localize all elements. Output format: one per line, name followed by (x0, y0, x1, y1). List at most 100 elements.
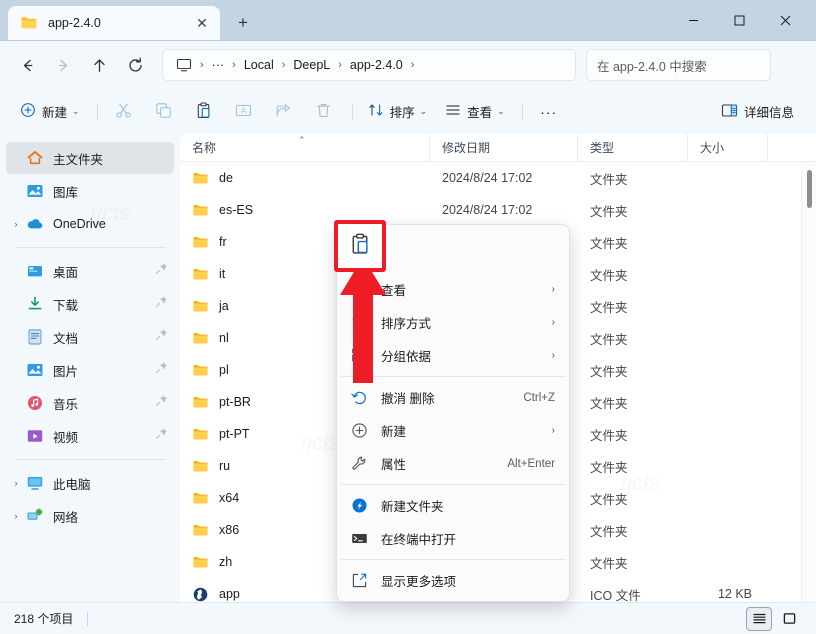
terminal-icon (349, 529, 369, 549)
sidebar-item-music[interactable]: 音乐 (6, 387, 174, 419)
up-button[interactable] (82, 48, 116, 82)
refresh-button[interactable] (118, 48, 152, 82)
delete-button[interactable] (305, 96, 343, 128)
file-type-cell: 文件夹 (590, 524, 628, 539)
context-menu-item-open-in-terminal[interactable]: 在终端中打开 (341, 522, 565, 555)
tab-label: app-2.4.0 (48, 16, 101, 30)
file-name-cell: de (180, 170, 430, 187)
folder-icon (192, 490, 209, 507)
folder-icon (192, 362, 209, 379)
sidebar-item-onedrive[interactable]: › OneDrive (6, 208, 174, 240)
sidebar-item-label: 主文件夹 (53, 152, 104, 167)
file-name-label: pt-BR (219, 395, 251, 409)
breadcrumb-overflow[interactable]: ··· (205, 55, 232, 75)
file-type-cell: 文件夹 (590, 172, 628, 187)
chevron-down-icon: ⌄ (72, 106, 80, 116)
address-bar[interactable]: › ··· › Local › DeepL › app-2.4.0 › (162, 49, 576, 81)
context-menu-item-new-folder[interactable]: 新建文件夹 (341, 489, 565, 522)
sidebar-item-label: 桌面 (53, 265, 79, 280)
scrollbar-thumb[interactable] (807, 170, 812, 208)
search-box[interactable]: 在 app-2.4.0 中搜索 (586, 49, 771, 81)
paste-button[interactable] (185, 96, 223, 128)
item-count-label: 218 个项目 (14, 612, 74, 626)
table-row[interactable]: de 2024/8/24 17:02 文件夹 (180, 162, 816, 194)
pin-icon[interactable] (155, 295, 168, 313)
breadcrumb-separator: › (232, 59, 236, 71)
chevron-right-icon[interactable]: › (6, 219, 26, 229)
sidebar-item-documents[interactable]: 文档 (6, 321, 174, 353)
context-menu-item-label: 显示更多选项 (381, 575, 457, 589)
file-name-label: fr (219, 235, 227, 249)
context-menu-divider (341, 484, 565, 485)
trash-icon (315, 102, 332, 122)
close-icon[interactable]: ✕ (190, 11, 214, 35)
sort-button[interactable]: 排序 ⌄ (360, 96, 436, 128)
context-menu-item-label: 撤消 删除 (381, 392, 435, 406)
sort-button-label: 排序 (389, 106, 415, 120)
cut-button[interactable] (105, 96, 143, 128)
navigation-pane: 主文件夹 图库 › OneDrive 桌面 下载 文档 图片 音乐 视频 › 此… (0, 134, 180, 602)
tab-app-240[interactable]: app-2.4.0 ✕ (8, 6, 220, 40)
context-menu-item-undo-delete[interactable]: 撤消 删除 Ctrl+Z (341, 381, 565, 414)
breadcrumb-item-local[interactable]: Local (237, 55, 281, 75)
new-button[interactable]: 新建 ⌄ (12, 96, 88, 128)
sidebar-item-pictures[interactable]: 图片 (6, 354, 174, 386)
context-menu-item-properties[interactable]: 属性 Alt+Enter (341, 447, 565, 480)
sidebar-item-gallery[interactable]: 图库 (6, 175, 174, 207)
home-icon (26, 149, 44, 167)
pin-icon[interactable] (155, 262, 168, 280)
sidebar-item-this-pc[interactable]: › 此电脑 (6, 467, 174, 499)
file-type-cell: 文件夹 (590, 460, 628, 475)
breadcrumb-item-deepl[interactable]: DeepL (286, 55, 337, 75)
breadcrumb-this-pc-icon[interactable] (169, 54, 199, 76)
column-header-size[interactable]: 大小 (688, 134, 768, 162)
new-tab-button[interactable]: + (228, 9, 258, 37)
file-type-cell: 文件夹 (590, 396, 628, 411)
sidebar-item-network[interactable]: › 网络 (6, 500, 174, 532)
back-button[interactable] (10, 48, 44, 82)
sidebar-item-videos[interactable]: 视频 (6, 420, 174, 452)
share-button[interactable] (265, 96, 303, 128)
table-row[interactable]: es-ES 2024/8/24 17:02 文件夹 (180, 194, 816, 226)
toolbar-divider (351, 102, 353, 121)
ellipsis-icon: ··· (540, 103, 558, 120)
column-header-date[interactable]: 修改日期 (430, 134, 578, 162)
sidebar-item-label: OneDrive (53, 217, 106, 231)
file-type-cell: 文件夹 (590, 428, 628, 443)
chevron-right-icon[interactable]: › (6, 511, 26, 521)
pin-icon[interactable] (155, 328, 168, 346)
tiles-view-button[interactable] (776, 607, 802, 631)
column-header-type[interactable]: 类型 (578, 134, 688, 162)
minimize-button[interactable] (670, 0, 716, 40)
maximize-button[interactable] (716, 0, 762, 40)
navigation-bar: › ··· › Local › DeepL › app-2.4.0 › 在 ap… (0, 41, 816, 89)
chevron-right-icon[interactable]: › (6, 478, 26, 488)
copy-button[interactable] (145, 96, 183, 128)
chevron-right-icon: › (551, 425, 555, 436)
rename-icon: A (235, 102, 252, 122)
breadcrumb-item-app[interactable]: app-2.4.0 (343, 55, 410, 75)
context-menu-item-label: 新建 (381, 425, 407, 439)
details-view-button[interactable] (746, 606, 772, 631)
view-button-label: 查看 (467, 106, 493, 120)
context-menu-item-new[interactable]: 新建 › (341, 414, 565, 447)
more-button[interactable]: ··· (530, 96, 568, 128)
vertical-scrollbar[interactable] (801, 162, 816, 602)
pin-icon[interactable] (155, 361, 168, 379)
close-window-button[interactable] (762, 0, 808, 40)
desktop-icon (26, 262, 44, 280)
pin-icon[interactable] (155, 427, 168, 445)
view-list-icon (445, 102, 461, 121)
sidebar-item-downloads[interactable]: 下载 (6, 288, 174, 320)
pin-icon[interactable] (155, 394, 168, 412)
details-pane-button[interactable]: 详细信息 (713, 96, 802, 128)
rename-button[interactable]: A (225, 96, 263, 128)
context-menu-item-show-more-options[interactable]: 显示更多选项 (341, 564, 565, 597)
forward-button[interactable] (46, 48, 80, 82)
sidebar-item-desktop[interactable]: 桌面 (6, 255, 174, 287)
status-divider (87, 611, 89, 626)
view-button[interactable]: 查看 ⌄ (437, 96, 513, 128)
context-menu-item-label: 在终端中打开 (381, 533, 457, 547)
file-size-cell: 12 KB (717, 587, 752, 601)
sidebar-item-home[interactable]: 主文件夹 (6, 142, 174, 174)
